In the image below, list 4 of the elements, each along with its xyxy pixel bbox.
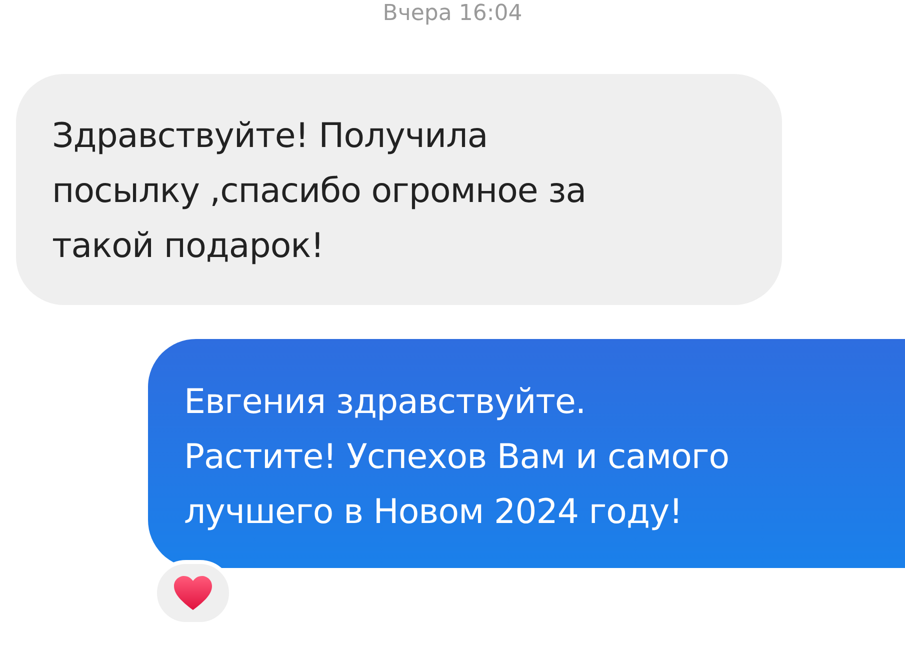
message-bubble: Здравствуйте! Получила посылку ,спасибо огромное за такой подарок! (16, 74, 782, 306)
timestamp: Вчера 16:04 (382, 2, 522, 26)
message-bubble: Евгения здравствуйте. Растите! Успехов Вам и самого лучшего в Новом 2024 году! (148, 339, 905, 568)
heart-icon (173, 575, 213, 612)
